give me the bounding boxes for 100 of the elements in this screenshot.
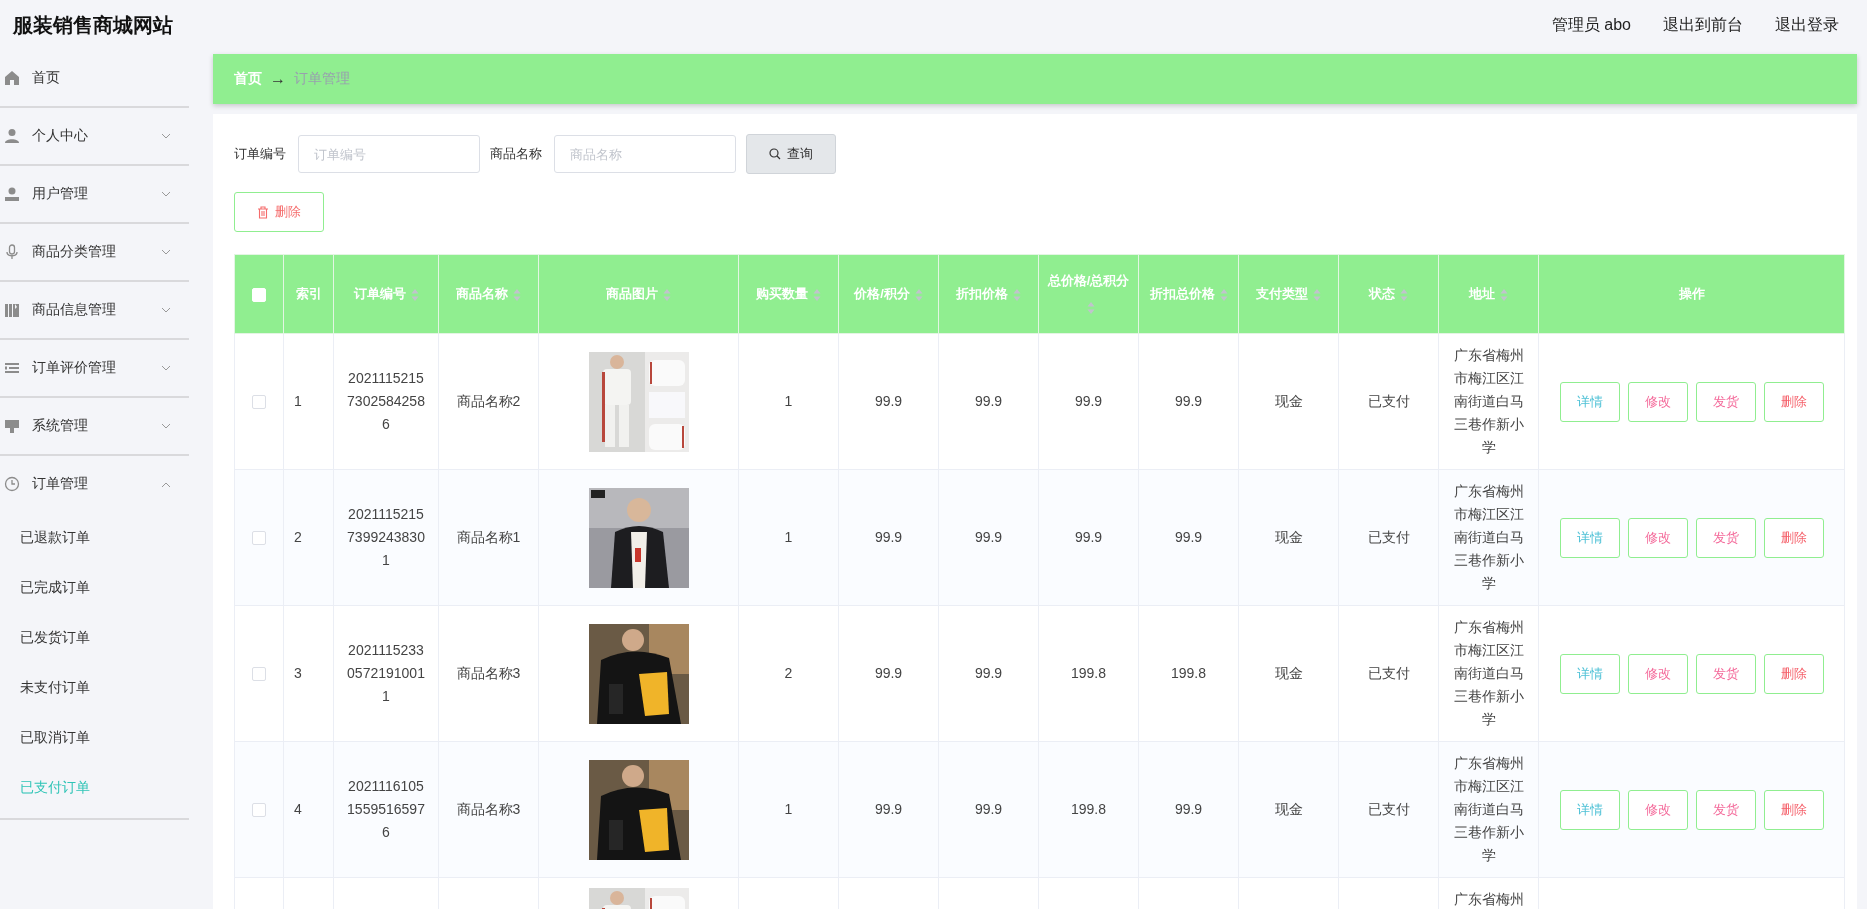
sort-icon xyxy=(1313,287,1321,302)
trash-icon xyxy=(257,205,269,219)
sort-icon xyxy=(513,287,521,302)
sort-icon xyxy=(914,287,923,302)
table-cell: 1 xyxy=(294,393,302,409)
sidebar-item[interactable]: 订单管理 xyxy=(0,456,189,512)
table-cell-text: 202111521573992438301 xyxy=(346,505,426,570)
search-field[interactable]: 商品名称 xyxy=(554,135,736,173)
table-cell: 1 xyxy=(784,529,793,545)
action-button[interactable]: 发货 xyxy=(1695,789,1756,830)
breadcrumb-separator: → xyxy=(270,70,286,88)
sort-icon xyxy=(663,287,671,302)
table-cell: 99.9 xyxy=(974,529,1003,545)
action-button[interactable]: 详情 xyxy=(1559,653,1620,694)
sort-icon xyxy=(1087,300,1095,315)
field-label: 商品名称 xyxy=(490,145,542,163)
table-cell-text: 202111523305721910011 xyxy=(346,641,426,706)
sidebar-item[interactable]: 系统管理 xyxy=(0,398,189,456)
sidebar-item[interactable]: 订单评价管理 xyxy=(0,340,189,398)
action-button[interactable]: 删除 xyxy=(1763,381,1824,422)
table-cell: 99.9 xyxy=(1074,529,1103,545)
table-cell-text: 202111610515595165976 xyxy=(346,777,426,842)
sort-icon xyxy=(813,287,821,302)
checkbox[interactable] xyxy=(252,531,266,546)
search-field[interactable]: 订单编号 xyxy=(298,135,480,173)
action-button[interactable]: 修改 xyxy=(1627,517,1688,558)
microphone-icon xyxy=(4,244,20,260)
table-cell: 99.9 xyxy=(874,665,903,681)
sidebar-item[interactable]: 商品分类管理 xyxy=(0,224,189,282)
table-cell-text: 202111521573025842586 xyxy=(346,369,426,434)
search-button[interactable]: 查询 xyxy=(746,134,836,174)
checkbox[interactable] xyxy=(252,803,266,818)
table-cell: 现金 xyxy=(1274,801,1303,817)
list-icon xyxy=(4,360,20,376)
address-text: 广东省梅州市梅江区江南街道白马三巷作新小学 xyxy=(1453,347,1524,455)
books-icon xyxy=(4,302,20,318)
sort-icon xyxy=(1013,287,1021,302)
table-cell: 现金 xyxy=(1274,529,1303,545)
checkbox[interactable] xyxy=(252,667,266,682)
action-button[interactable]: 删除 xyxy=(1763,653,1824,694)
action-button[interactable]: 修改 xyxy=(1627,789,1688,830)
table-cell: 99.9 xyxy=(1174,393,1203,409)
action-button[interactable]: 详情 xyxy=(1559,517,1620,558)
table-cell: 1 xyxy=(784,393,793,409)
site-title: 服装销售商城网站 xyxy=(13,12,173,38)
table-cell: 2 xyxy=(294,529,302,545)
table-cell: 已支付 xyxy=(1367,393,1410,409)
home-icon xyxy=(4,70,20,86)
action-button[interactable]: 详情 xyxy=(1559,381,1620,422)
sidebar-item[interactable]: 首页 xyxy=(0,50,189,108)
action-button[interactable]: 发货 xyxy=(1695,381,1756,422)
field-label: 订单编号 xyxy=(234,145,286,163)
table-cell: 已支付 xyxy=(1367,801,1410,817)
submenu-item[interactable]: 已退款订单 xyxy=(0,512,189,562)
address-text: 广东省梅州市梅江区江南街道白马三巷作新小学 xyxy=(1453,755,1524,863)
submenu-item[interactable]: 已完成订单 xyxy=(0,562,189,612)
table-cell: 99.9 xyxy=(974,801,1003,817)
header-link[interactable]: 退出到前台 xyxy=(1663,14,1743,36)
table-cell: 199.8 xyxy=(1170,665,1206,681)
submenu-item[interactable]: 未支付订单 xyxy=(0,662,189,712)
table-cell: 商品名称3 xyxy=(456,665,521,681)
checkbox[interactable] xyxy=(252,395,266,410)
monitor-icon xyxy=(4,418,20,434)
action-button[interactable]: 详情 xyxy=(1559,789,1620,830)
submenu-item[interactable]: 已取消订单 xyxy=(0,712,189,762)
table-cell: 99.9 xyxy=(974,393,1003,409)
user-icon xyxy=(4,186,20,202)
table-cell: 现金 xyxy=(1274,393,1303,409)
table-cell: 99.9 xyxy=(974,665,1003,681)
table-cell: 现金 xyxy=(1274,665,1303,681)
action-button[interactable]: 删除 xyxy=(1763,517,1824,558)
sort-icon xyxy=(1400,287,1408,302)
header-link[interactable]: 管理员 abo xyxy=(1551,14,1631,36)
table-cell: 3 xyxy=(294,665,302,681)
sort-icon xyxy=(410,287,419,302)
action-button[interactable]: 修改 xyxy=(1627,653,1688,694)
action-button[interactable]: 发货 xyxy=(1695,517,1756,558)
table-cell: 99.9 xyxy=(874,393,903,409)
sort-icon xyxy=(1500,287,1508,302)
sidebar-item[interactable]: 用户管理 xyxy=(0,166,189,224)
submenu-item[interactable]: 已发货订单 xyxy=(0,612,189,662)
submenu-item[interactable]: 已支付订单 xyxy=(0,762,189,812)
address-text: 广东省梅州市梅江区江南街道白马三巷作新小学 xyxy=(1453,483,1524,591)
table-cell: 199.8 xyxy=(1070,665,1106,681)
delete-button[interactable]: 删除 xyxy=(234,192,324,232)
sidebar-item[interactable]: 商品信息管理 xyxy=(0,282,189,340)
table-cell: 99.9 xyxy=(1074,393,1103,409)
breadcrumb-link[interactable]: 订单管理 xyxy=(294,70,350,88)
action-button[interactable]: 修改 xyxy=(1627,381,1688,422)
header-link[interactable]: 退出登录 xyxy=(1775,14,1839,36)
action-button[interactable]: 删除 xyxy=(1763,789,1824,830)
action-button[interactable]: 发货 xyxy=(1695,653,1756,694)
table-cell: 99.9 xyxy=(1174,801,1203,817)
table-cell: 商品名称2 xyxy=(456,393,521,409)
sidebar-item[interactable]: 个人中心 xyxy=(0,108,189,166)
table-cell: 已支付 xyxy=(1367,529,1410,545)
table-cell: 4 xyxy=(294,801,302,817)
table-cell: 2 xyxy=(784,665,793,681)
table-cell: 商品名称3 xyxy=(456,801,521,817)
table-cell: 商品名称1 xyxy=(456,529,521,545)
